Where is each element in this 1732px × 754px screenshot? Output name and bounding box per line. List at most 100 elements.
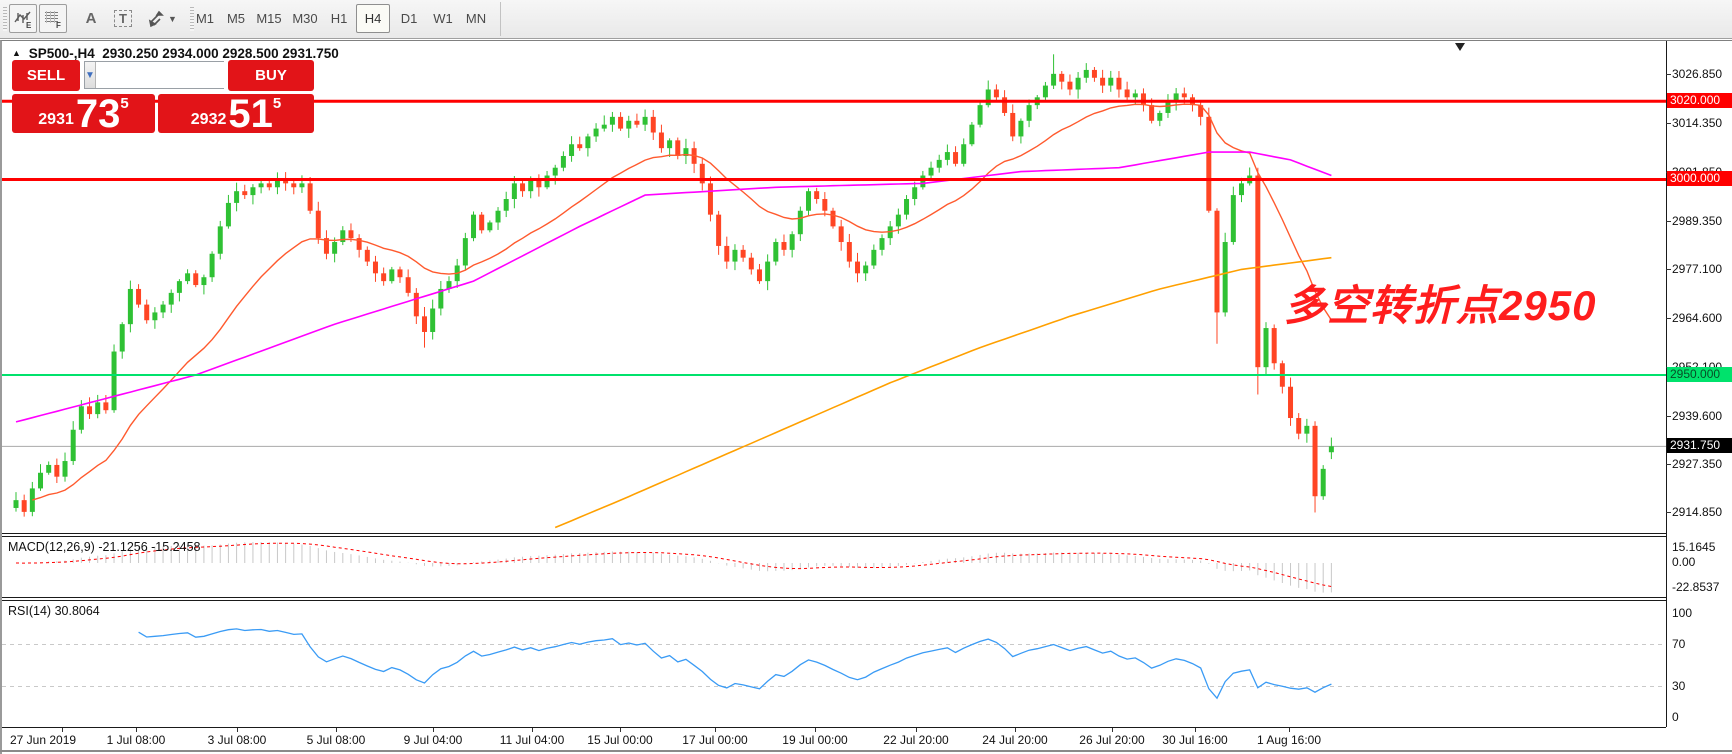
volume-decrease-button[interactable]: ▼	[85, 62, 96, 88]
ma-mid-line	[16, 152, 1331, 422]
candle-body	[63, 461, 68, 477]
ma-fast-line	[32, 104, 1331, 500]
price-axis-border	[1666, 41, 1667, 727]
candle-body	[1116, 78, 1121, 90]
macd-axis-label: -22.8537	[1672, 580, 1719, 594]
candle-body	[471, 215, 476, 238]
price-axis-label: 3026.850	[1672, 67, 1722, 81]
timeframe-button-h1[interactable]: H1	[324, 4, 354, 33]
ohlc-readout: 2930.250 2934.000 2928.500 2931.750	[102, 46, 338, 61]
timeframe-button-d1[interactable]: D1	[394, 4, 424, 33]
candle-body	[757, 269, 762, 281]
candle-body	[1133, 93, 1138, 97]
candle-body	[1076, 78, 1081, 90]
rsi-line	[139, 629, 1332, 698]
buy-price-tile[interactable]: 2932 51 5	[158, 94, 314, 133]
candle-body	[14, 500, 19, 508]
sell-button[interactable]: SELL	[12, 60, 80, 91]
candle-body	[863, 265, 868, 273]
macd-panel[interactable]	[2, 537, 1668, 597]
candle-body	[912, 187, 917, 199]
candle-body	[71, 430, 76, 461]
candle-body	[545, 176, 550, 188]
symbol-timeframe: SP500-,H4	[29, 46, 95, 61]
sell-price-tile[interactable]: 2931 73 5	[12, 94, 155, 133]
time-axis-label: 15 Jul 00:00	[587, 733, 652, 747]
candle-body	[332, 242, 337, 254]
time-axis-label: 1 Jul 08:00	[107, 733, 166, 747]
candle-body	[643, 117, 648, 125]
candle-body	[177, 281, 182, 293]
candle-body	[291, 183, 296, 187]
level-price-badge: 3000.000	[1667, 171, 1732, 186]
macd-axis-label: 15.1645	[1672, 540, 1715, 554]
sell-price-handle: 2931	[38, 109, 74, 131]
candle-body	[512, 183, 517, 199]
candle-body	[871, 250, 876, 266]
candle-body	[1264, 328, 1269, 367]
candle-body	[79, 406, 84, 429]
candle-body	[806, 191, 811, 211]
timeframe-button-m30[interactable]: M30	[288, 4, 322, 33]
timeframe-button-m5[interactable]: M5	[222, 4, 250, 33]
candle-body	[120, 324, 125, 351]
candle-body	[95, 402, 100, 414]
candle-body	[22, 500, 27, 512]
timeframe-button-mn[interactable]: MN	[460, 4, 492, 33]
indicators-button[interactable]: E	[9, 4, 37, 33]
candle-body	[822, 199, 827, 211]
price-axis-label: 2914.850	[1672, 505, 1722, 519]
candle-body	[210, 254, 215, 277]
panel-divider[interactable]	[2, 597, 1666, 598]
buy-price-pip: 5	[273, 95, 281, 112]
candle-body	[814, 191, 819, 199]
candle-body	[790, 234, 795, 250]
time-axis-label: 26 Jul 20:00	[1079, 733, 1144, 747]
candle-body	[1329, 446, 1334, 452]
text-box-button[interactable]: T	[110, 4, 136, 33]
time-axis[interactable]: 27 Jun 20191 Jul 08:003 Jul 08:005 Jul 0…	[2, 728, 1666, 750]
macd-label: MACD(12,26,9) -21.1256 -15.2458	[8, 540, 201, 554]
candle-body	[904, 199, 909, 215]
candle-body	[414, 293, 419, 316]
toolbar-drag-handle[interactable]	[3, 7, 7, 31]
toolbar-separator	[500, 2, 501, 36]
candle-body	[553, 168, 558, 176]
objects-dropdown-button[interactable]: ▼	[142, 4, 182, 33]
candle-body	[1165, 101, 1170, 113]
candle-body	[1051, 74, 1056, 86]
price-axis-tick	[1666, 74, 1671, 75]
candle-body	[1100, 78, 1105, 86]
candle-body	[1296, 418, 1301, 434]
timeframe-button-m15[interactable]: M15	[252, 4, 286, 33]
text-label-button[interactable]: A	[78, 4, 104, 33]
candle-body	[1059, 74, 1064, 82]
double-arrow-icon	[147, 10, 165, 28]
buy-price-big: 51	[228, 97, 273, 131]
timeframe-button-m1[interactable]: M1	[190, 4, 220, 33]
time-axis-tick	[1112, 728, 1113, 732]
buy-button[interactable]: BUY	[228, 60, 314, 91]
candle-body	[242, 191, 247, 195]
grid-button[interactable]: F	[39, 4, 67, 33]
timeframe-button-w1[interactable]: W1	[428, 4, 458, 33]
panel-divider[interactable]	[2, 600, 1666, 601]
rsi-axis-label: 70	[1672, 637, 1685, 651]
candle-body	[626, 121, 631, 129]
time-axis-tick	[1289, 728, 1290, 732]
price-axis-tick	[1666, 416, 1671, 417]
timeframe-button-h4[interactable]: H4	[356, 4, 390, 33]
price-axis-label: 2964.600	[1672, 311, 1722, 325]
rsi-panel[interactable]	[2, 601, 1668, 727]
rsi-axis-label: 100	[1672, 606, 1692, 620]
panel-divider[interactable]	[2, 536, 1666, 537]
candle-body	[561, 156, 566, 168]
candle-body	[781, 242, 786, 250]
candle-body	[463, 238, 468, 265]
panel-divider[interactable]	[2, 533, 1666, 534]
candle-body	[1321, 469, 1326, 496]
chart-shift-marker[interactable]	[1455, 43, 1465, 51]
candle-body	[773, 242, 778, 262]
candle-body	[504, 199, 509, 211]
candle-body	[986, 89, 991, 105]
